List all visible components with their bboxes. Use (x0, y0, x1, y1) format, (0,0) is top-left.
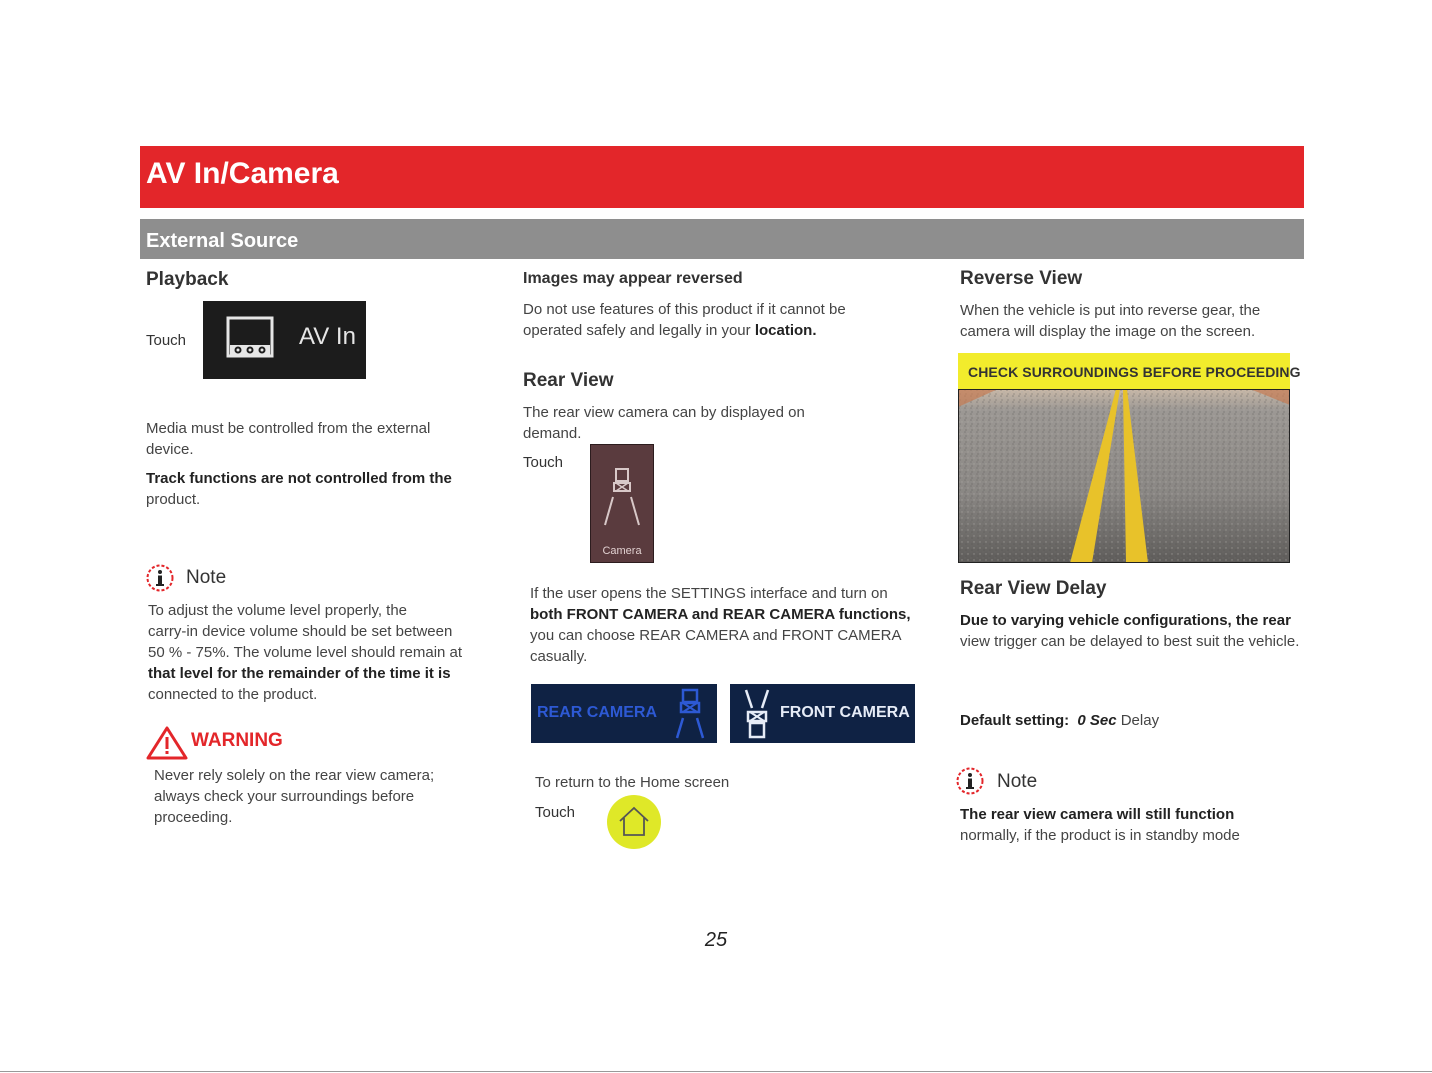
return-home-text: To return to the Home screen (535, 774, 730, 791)
section-title: External Source (146, 230, 299, 252)
rear-view-heading: Rear View (523, 370, 614, 391)
reverse-view-heading: Reverse View (960, 268, 1083, 289)
camera-button[interactable]: Camera (590, 444, 654, 563)
track-functions-rest: product. (146, 491, 201, 508)
page-bottom-divider (0, 1071, 1432, 1072)
rear-camera-icon (675, 688, 705, 739)
section-banner (140, 219, 1304, 259)
track-functions-bold: Track functions are not controlled from … (146, 470, 452, 487)
check-surroundings-banner: CHECK SURROUNDINGS BEFORE PROCEEDING (958, 353, 1301, 389)
settings-line-bold: both FRONT CAMERA and REAR CAMERA functi… (530, 606, 911, 623)
info-icon (956, 767, 984, 795)
front-camera-label: FRONT CAMERA (780, 704, 910, 721)
rear-view-delay-heading: Rear View Delay (960, 578, 1107, 599)
images-reversed-heading: Images may appear reversed (523, 270, 743, 287)
note-line: connected to the product. (148, 686, 318, 703)
note-body: To adjust the volume level properly, the… (148, 600, 493, 705)
settings-text: If the user opens the SETTINGS interface… (530, 583, 920, 667)
settings-line: you can choose REAR CAMERA and FRONT CAM… (530, 627, 901, 665)
safety-text: Do not use features of this product if i… (523, 299, 873, 341)
rear-camera-label: REAR CAMERA (537, 704, 657, 721)
track-functions-text: Track functions are not controlled from … (146, 468, 476, 510)
av-in-button[interactable]: AV In (203, 301, 366, 379)
front-camera-button[interactable]: FRONT CAMERA (730, 684, 915, 743)
rear-view-text: The rear view camera can by displayed on… (523, 404, 805, 442)
check-surroundings-text: CHECK SURROUNDINGS BEFORE PROCEEDING (968, 364, 1301, 380)
delay-text-bold: Due to varying vehicle configurations, t… (960, 612, 1291, 629)
reverse-view-text: When the vehicle is put into reverse gea… (960, 302, 1261, 340)
default-setting: Default setting: 0 Sec Delay (960, 710, 1159, 731)
note-title: Note (186, 567, 227, 588)
standby-note-bold: The rear view camera will still function (960, 806, 1235, 823)
touch-label: Touch (146, 332, 187, 349)
info-icon (146, 564, 174, 592)
delay-text: Due to varying vehicle configurations, t… (960, 610, 1310, 652)
warning-title: WARNING (191, 730, 283, 751)
rear-camera-button[interactable]: REAR CAMERA (531, 684, 717, 743)
note-line: carry-in device volume should be set bet… (148, 623, 453, 640)
warning-icon (146, 726, 188, 760)
default-setting-unit: Delay (1120, 712, 1160, 729)
front-camera-icon (744, 689, 770, 739)
touch-label: Touch (535, 804, 576, 821)
camera-button-label: Camera (602, 545, 642, 557)
home-icon (619, 806, 649, 836)
media-text: Media must be controlled from the extern… (146, 420, 431, 458)
safety-text-bold: location. (754, 322, 817, 339)
note-line: To adjust the volume level properly, the (148, 602, 408, 619)
page-number: 25 (704, 929, 728, 951)
note-line-bold: that level for the remainder of the time… (148, 665, 451, 682)
default-setting-label: Default setting: (960, 712, 1070, 729)
delay-text-rest: view trigger can be delayed to best suit… (960, 633, 1300, 650)
note-title: Note (997, 771, 1038, 792)
av-in-button-label: AV In (299, 323, 356, 350)
note-line: 50 % - 75%. The volume level should rema… (148, 644, 463, 661)
av-input-icon (226, 316, 274, 358)
standby-note: The rear view camera will still function… (960, 804, 1300, 846)
camera-icon (604, 468, 640, 526)
default-setting-value: 0 Sec (1077, 712, 1117, 729)
playback-heading: Playback (146, 269, 229, 290)
settings-line: If the user opens the SETTINGS interface… (530, 585, 888, 602)
rear-camera-road-image (958, 389, 1290, 563)
touch-label: Touch (523, 454, 564, 471)
standby-note-rest: normally, if the product is in standby m… (960, 827, 1240, 844)
home-button[interactable] (607, 795, 661, 849)
page-title: AV In/Camera (146, 157, 339, 190)
warning-text: Never rely solely on the rear view camer… (154, 767, 435, 826)
